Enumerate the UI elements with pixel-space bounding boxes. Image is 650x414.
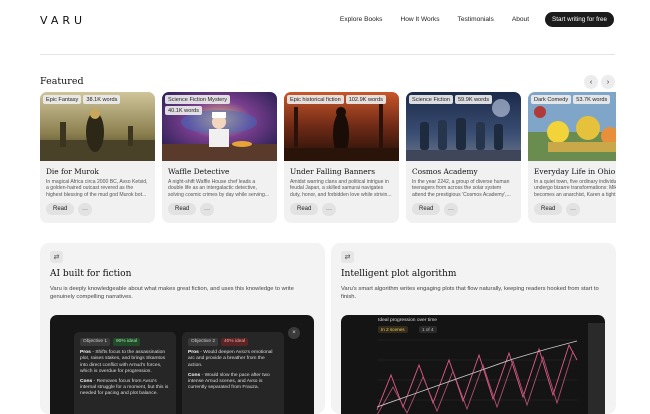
ellipsis-icon: ··· [326,206,332,213]
book-cover-image: Epic historical fiction 102.9K words [284,92,399,161]
swap-icon: ⇄ [341,251,354,263]
more-options-button[interactable]: ··· [566,203,580,216]
chevron-right-icon: › [606,78,610,86]
close-button[interactable]: × [288,327,300,339]
ellipsis-icon: ··· [82,206,88,213]
panel-title: Intelligent plot algorithm [341,269,457,279]
chevron-left-icon: ‹ [589,78,593,86]
objective-score: 90% ideal [113,338,141,347]
objective-cons: Cons - Removes focus from Avso's interna… [80,379,169,397]
objectives-preview: Objective 1 90% ideal Pros - Shifts focu… [50,315,314,414]
more-options-button[interactable]: ··· [200,203,214,216]
panel-description: Varu's smart algorithm writes engaging p… [341,286,599,300]
nav-link-explore-books[interactable]: Explore Books [340,16,383,23]
book-title: Everyday Life in Ohio [534,167,616,176]
carousel-prev-button[interactable]: ‹ [584,75,598,89]
read-button[interactable]: Read [412,203,441,215]
word-count-tag: 59.9K words [454,95,493,104]
genre-tag: Science Fiction [409,95,453,104]
start-writing-button[interactable]: Start writing for free [545,12,614,27]
book-card[interactable]: Epic Fantasy 38.1K words Die for Murok I… [40,92,155,223]
nav-links: Explore Books How It Works Testimonials … [322,12,614,27]
word-count-tag: 102.9K words [345,95,386,104]
book-card[interactable]: Epic historical fiction 102.9K words Und… [284,92,399,223]
ellipsis-icon: ··· [204,206,210,213]
swap-icon: ⇄ [50,251,63,263]
book-title: Cosmos Academy [412,167,478,176]
divider [40,54,615,55]
brand-logo[interactable]: VARU [40,14,86,27]
nav-link-about[interactable]: About [512,16,529,23]
book-description: In magical Africa circa 2000 BC, Avso Ke… [46,179,148,198]
panel-description: Varu is deeply knowledgeable about what … [50,286,294,300]
book-cover-image: Epic Fantasy 38.1K words [40,92,155,161]
genre-tag: Dark Comedy [531,95,572,104]
objective-cons: Cons - Would slow the pace after two int… [188,372,270,391]
feature-panel-ai-fiction: ⇄ AI built for fiction Varu is deeply kn… [40,243,325,414]
book-cover-image: Science Fiction 59.9K words [406,92,521,161]
word-count-tag: 53.7K words [573,95,611,104]
word-count-tag: 40.1K words [165,106,203,115]
read-button[interactable]: Read [168,203,197,215]
book-description: Amidst warring clans and political intri… [290,179,392,198]
featured-title: Featured [40,76,84,87]
read-button[interactable]: Read [290,203,319,215]
ellipsis-icon: ··· [570,206,576,213]
read-button[interactable]: Read [46,203,75,215]
panel-title: AI built for fiction [50,269,132,279]
objective-card[interactable]: Objective 2 40% ideal Pros - Would deepe… [182,332,284,414]
featured-carousel: Epic Fantasy 38.1K words Die for Murok I… [40,92,616,224]
nav-link-how-it-works[interactable]: How It Works [400,16,439,23]
plot-lines [376,323,605,414]
objective-pros: Pros - Would deepen Avso's emotional arc… [188,350,273,368]
objective-pros: Pros - Shifts focus to the assassination… [80,350,166,374]
more-options-button[interactable]: ··· [78,203,92,216]
book-cover-image: Dark Comedy 53.7K words [528,92,616,161]
plot-chart-preview: Ideal progression over time In 2 scenes … [341,315,605,414]
book-title: Waffle Detective [168,167,230,176]
book-card[interactable]: Science Fiction Mystery 40.1K words Waff… [162,92,277,223]
book-card[interactable]: Science Fiction 59.9K words Cosmos Acade… [406,92,521,223]
genre-tag: Epic historical fiction [287,95,344,104]
more-options-button[interactable]: ··· [322,203,336,216]
more-options-button[interactable]: ··· [444,203,458,216]
objective-card[interactable]: Objective 1 90% ideal Pros - Shifts focu… [74,332,176,414]
carousel-next-button[interactable]: › [601,75,615,89]
word-count-tag: 38.1K words [83,95,121,104]
nav-link-testimonials[interactable]: Testimonials [458,16,494,23]
objective-label: Objective 2 [188,338,218,347]
genre-tag: Epic Fantasy [43,95,82,104]
objective-label: Objective 1 [80,338,110,347]
close-icon: × [292,330,296,336]
book-description: A night-shift Waffle House chef leads a … [168,179,270,198]
feature-panel-plot-algorithm: ⇄ Intelligent plot algorithm Varu's smar… [331,243,616,414]
genre-tag: Science Fiction Mystery [165,95,231,104]
book-cover-image: Science Fiction Mystery 40.1K words [162,92,277,161]
objective-score: 40% ideal [221,338,249,347]
book-description: In the year 2242, a group of diverse hum… [412,179,511,198]
book-card[interactable]: Dark Comedy 53.7K words Everyday Life in… [528,92,616,223]
book-title: Under Falling Banners [290,167,375,176]
read-button[interactable]: Read [534,203,563,215]
ellipsis-icon: ··· [448,206,454,213]
top-nav: VARU Explore Books How It Works Testimon… [0,0,650,40]
book-title: Die for Murok [46,167,99,176]
book-description: In a quiet town, five ordinary individua… [534,179,616,198]
